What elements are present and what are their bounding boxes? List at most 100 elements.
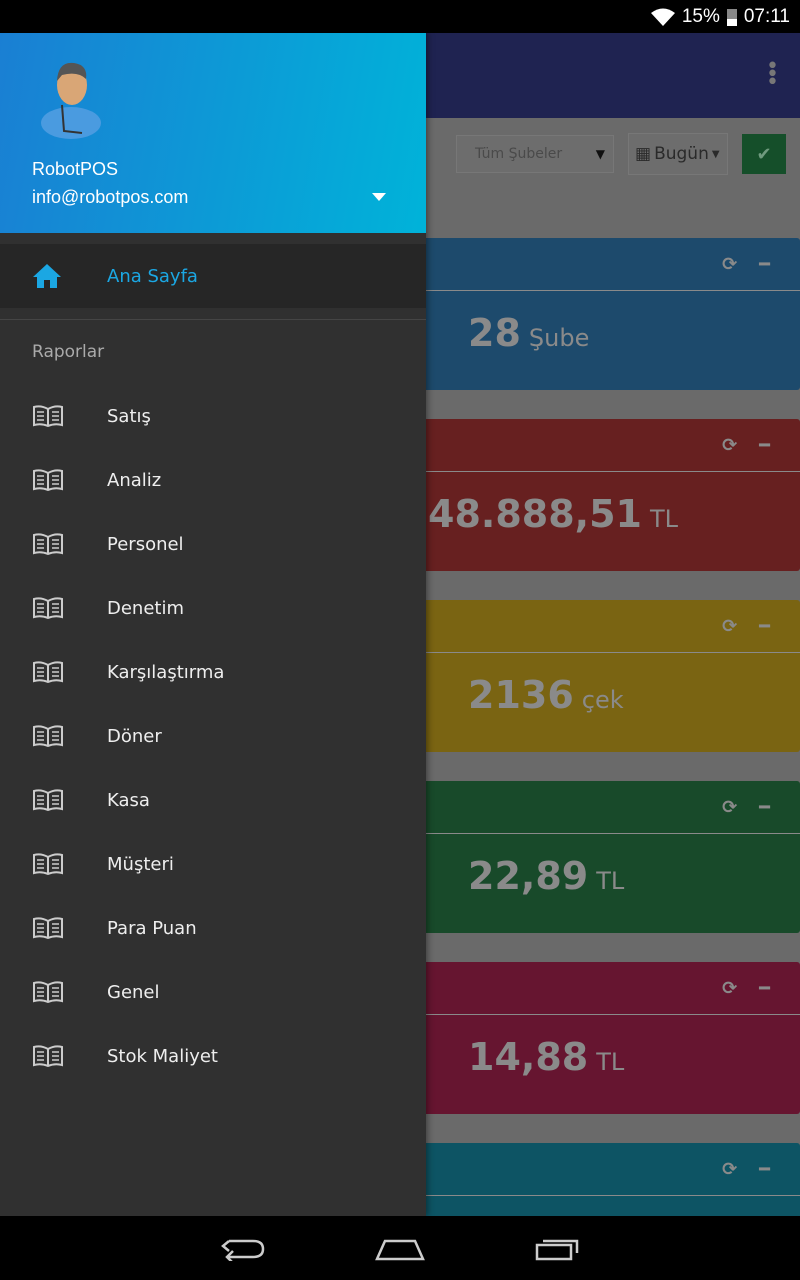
navigation-drawer: RobotPOS info@robotpos.com Ana Sayfa Rap… bbox=[0, 33, 426, 1216]
drawer-item-label: Denetim bbox=[107, 597, 185, 619]
book-icon bbox=[0, 725, 107, 747]
drawer-item[interactable]: Döner bbox=[0, 704, 426, 768]
book-icon bbox=[0, 853, 107, 875]
book-icon bbox=[0, 917, 107, 939]
book-icon bbox=[0, 469, 107, 491]
drawer-item-label: Stok Maliyet bbox=[107, 1045, 218, 1067]
stat-unit: TL bbox=[596, 1048, 625, 1076]
book-icon bbox=[0, 405, 107, 427]
drawer-item[interactable]: Para Puan bbox=[0, 896, 426, 960]
drawer-item[interactable]: Genel bbox=[0, 960, 426, 1024]
section-header-reports: Raporlar bbox=[32, 342, 105, 362]
drawer-item-label: Genel bbox=[107, 981, 160, 1003]
drawer-item-label: Müşteri bbox=[107, 853, 174, 875]
drawer-item-label: Kasa bbox=[107, 789, 150, 811]
collapse-icon[interactable]: ━ bbox=[759, 616, 770, 637]
branch-select[interactable]: Tüm Şubeler ▼ bbox=[456, 135, 614, 173]
stat-value: 22,89 bbox=[468, 854, 589, 898]
book-icon bbox=[0, 1045, 107, 1067]
refresh-icon[interactable]: ⟳ bbox=[722, 978, 737, 999]
card-header: ⟳ ━ bbox=[410, 962, 800, 1015]
stat-unit: çek bbox=[581, 686, 624, 714]
drawer-item[interactable]: Karşılaştırma bbox=[0, 640, 426, 704]
book-icon bbox=[0, 597, 107, 619]
stat-unit: Şube bbox=[528, 324, 590, 352]
home-nav-icon[interactable] bbox=[375, 1235, 425, 1261]
drawer-item-label: Para Puan bbox=[107, 917, 197, 939]
user-name: RobotPOS bbox=[32, 159, 119, 179]
stat-value: 28 bbox=[468, 311, 521, 355]
drawer-item-label: Analiz bbox=[107, 469, 162, 491]
overflow-menu-icon[interactable]: • • • bbox=[766, 56, 779, 94]
chevron-down-icon: ▼ bbox=[595, 147, 605, 161]
card-value: 48.888,51 TL bbox=[410, 472, 800, 536]
calendar-icon: ▦ bbox=[635, 144, 652, 164]
stat-card: ⟳ ━ 22,89 TL bbox=[410, 781, 800, 933]
card-header: ⟳ ━ bbox=[410, 419, 800, 472]
drawer-header: RobotPOS info@robotpos.com bbox=[0, 33, 426, 233]
stat-card: ⟳ ━ bbox=[410, 1143, 800, 1216]
book-icon bbox=[0, 661, 107, 683]
book-icon bbox=[0, 789, 107, 811]
card-header: ⟳ ━ bbox=[410, 1143, 800, 1196]
card-header: ⟳ ━ bbox=[410, 600, 800, 653]
refresh-icon[interactable]: ⟳ bbox=[722, 254, 737, 275]
card-value: 14,88 TL bbox=[410, 1015, 800, 1079]
user-email: info@robotpos.com bbox=[32, 187, 189, 207]
drawer-item[interactable]: Kasa bbox=[0, 768, 426, 832]
collapse-icon[interactable]: ━ bbox=[759, 254, 770, 275]
refresh-icon[interactable]: ⟳ bbox=[722, 1159, 737, 1180]
drawer-item[interactable]: Denetim bbox=[0, 576, 426, 640]
drawer-item[interactable]: Müşteri bbox=[0, 832, 426, 896]
home-label: Ana Sayfa bbox=[107, 265, 198, 287]
back-icon[interactable] bbox=[219, 1235, 265, 1261]
collapse-icon[interactable]: ━ bbox=[759, 797, 770, 818]
status-bar: 15% 07:11 bbox=[0, 0, 800, 33]
date-label: Bugün bbox=[654, 144, 709, 164]
drawer-item[interactable]: Personel bbox=[0, 512, 426, 576]
wifi-icon bbox=[650, 8, 675, 26]
account-dropdown-icon[interactable] bbox=[372, 193, 386, 201]
apply-button[interactable]: ✔ bbox=[742, 134, 786, 174]
drawer-item[interactable]: Analiz bbox=[0, 448, 426, 512]
caret-down-icon: ▼ bbox=[711, 148, 720, 160]
drawer-item-label: Satış bbox=[107, 405, 151, 427]
drawer-item-label: Döner bbox=[107, 725, 162, 747]
stat-card: ⟳ ━ 28 Şube bbox=[410, 238, 800, 390]
recents-icon[interactable] bbox=[535, 1235, 581, 1261]
stat-card: ⟳ ━ 2136 çek bbox=[410, 600, 800, 752]
drawer-item-home[interactable]: Ana Sayfa bbox=[0, 244, 426, 308]
check-icon: ✔ bbox=[756, 143, 772, 165]
collapse-icon[interactable]: ━ bbox=[759, 978, 770, 999]
home-icon bbox=[0, 263, 107, 289]
collapse-icon[interactable]: ━ bbox=[759, 435, 770, 456]
clock: 07:11 bbox=[743, 5, 790, 27]
refresh-icon[interactable]: ⟳ bbox=[722, 797, 737, 818]
card-value: 22,89 TL bbox=[410, 834, 800, 898]
battery-icon bbox=[726, 8, 737, 26]
book-icon bbox=[0, 533, 107, 555]
stat-unit: TL bbox=[596, 867, 625, 895]
date-button[interactable]: ▦ Bugün ▼ bbox=[628, 133, 728, 175]
system-nav-bar bbox=[0, 1216, 800, 1280]
stat-card: ⟳ ━ 48.888,51 TL bbox=[410, 419, 800, 571]
branch-select-value: Tüm Şubeler bbox=[475, 146, 563, 162]
stat-card: ⟳ ━ 14,88 TL bbox=[410, 962, 800, 1114]
stat-unit: TL bbox=[649, 505, 678, 533]
card-value: 28 Şube bbox=[410, 291, 800, 355]
drawer-item[interactable]: Satış bbox=[0, 384, 426, 448]
collapse-icon[interactable]: ━ bbox=[759, 1159, 770, 1180]
avatar bbox=[41, 62, 101, 139]
refresh-icon[interactable]: ⟳ bbox=[722, 435, 737, 456]
drawer-item-label: Karşılaştırma bbox=[107, 661, 225, 683]
book-icon bbox=[0, 981, 107, 1003]
battery-percent: 15% bbox=[681, 5, 720, 27]
card-value: 2136 çek bbox=[410, 653, 800, 717]
stat-value: 14,88 bbox=[468, 1035, 589, 1079]
refresh-icon[interactable]: ⟳ bbox=[722, 616, 737, 637]
drawer-item[interactable]: Stok Maliyet bbox=[0, 1024, 426, 1088]
drawer-item-label: Personel bbox=[107, 533, 184, 555]
card-header: ⟳ ━ bbox=[410, 781, 800, 834]
card-header: ⟳ ━ bbox=[410, 238, 800, 291]
filter-bar: Tüm Şubeler ▼ ▦ Bugün ▼ ✔ bbox=[456, 133, 786, 175]
